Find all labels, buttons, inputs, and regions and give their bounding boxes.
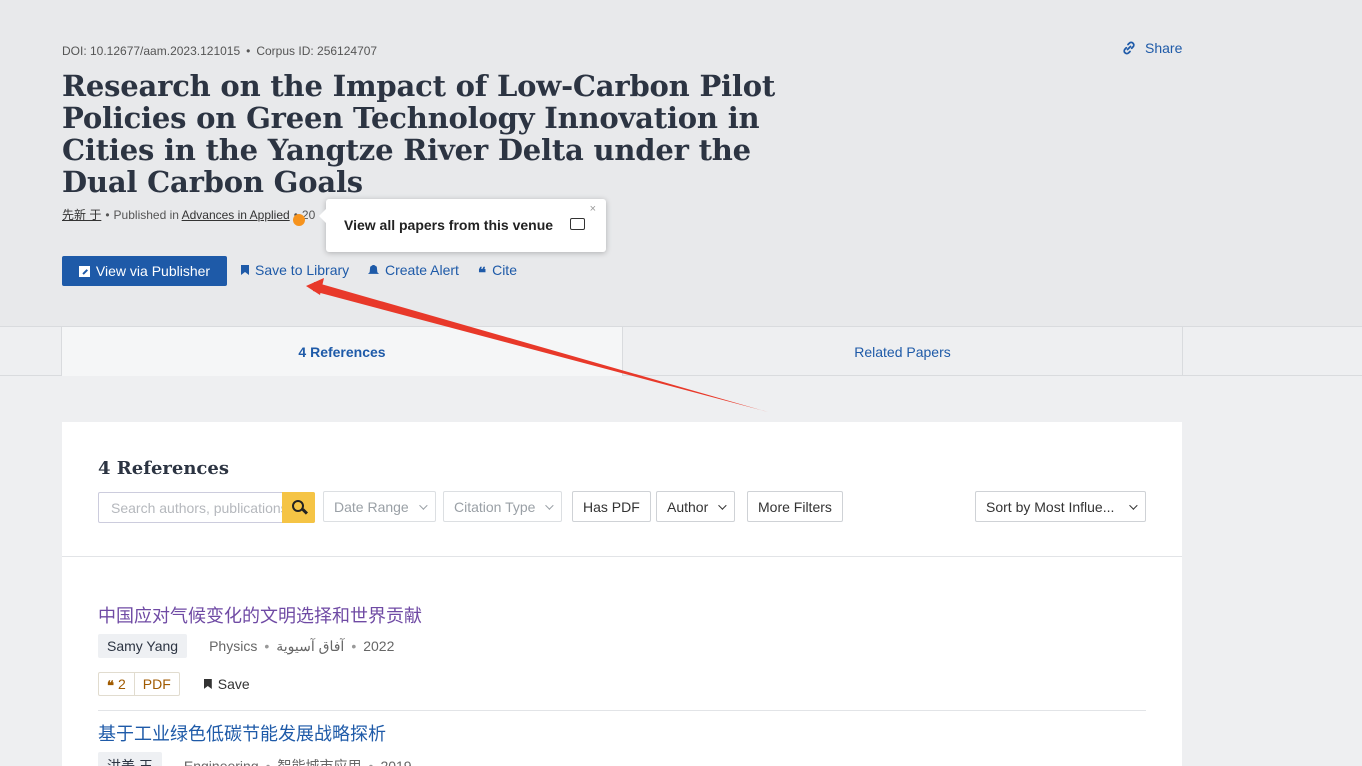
paper-title: Research on the Impact of Low-Carbon Pil… xyxy=(62,69,776,199)
tab-references[interactable]: 4 References xyxy=(61,327,622,376)
result-title-link[interactable]: 基于工业绿色低碳节能发展战略探析 xyxy=(98,720,1146,746)
create-alert-button[interactable]: Create Alert xyxy=(368,262,459,278)
save-button[interactable]: Save xyxy=(203,676,250,692)
list-item: 中国应对气候变化的文明选择和世界贡献 Samy Yang Physics • آ… xyxy=(98,602,1146,711)
tooltip-text: View all papers from this venue xyxy=(344,217,554,233)
publication-line: 先新 于•Published in Advances in Applied•20 xyxy=(62,208,316,222)
author-chip[interactable]: 洪美 王 xyxy=(98,752,162,766)
references-card: 4 References Date Range Citation Type Ha… xyxy=(62,422,1182,766)
result-actions: ❝ 2 PDF Save xyxy=(98,672,1146,696)
link-icon xyxy=(1123,41,1135,55)
chevron-down-icon xyxy=(1129,500,1138,510)
result-title-link[interactable]: 中国应对气候变化的文明选择和世界贡献 xyxy=(98,602,1146,628)
pdf-chip[interactable]: PDF xyxy=(133,673,179,695)
share-label: Share xyxy=(1145,40,1183,56)
bookmark-icon xyxy=(203,679,212,689)
list-item: 基于工业绿色低碳节能发展战略探析 洪美 王 Engineering • 智能城市… xyxy=(98,720,1146,766)
bookmark-icon xyxy=(241,265,249,275)
save-library-label: Save to Library xyxy=(255,262,350,278)
row-divider xyxy=(98,710,1146,711)
result-venue: آفاق آسيوية xyxy=(276,637,345,654)
create-alert-label: Create Alert xyxy=(385,262,459,278)
doi-text: DOI: 10.12677/aam.2023.121015 xyxy=(62,44,241,58)
corpus-id-text: Corpus ID: 256124707 xyxy=(256,44,378,58)
tooltip-close-icon[interactable]: × xyxy=(590,203,596,215)
paper-header: DOI: 10.12677/aam.2023.121015 • Corpus ID:… xyxy=(0,0,1362,326)
author-chip[interactable]: Samy Yang xyxy=(98,634,188,658)
tab-related-papers[interactable]: Related Papers xyxy=(622,327,1183,376)
citation-count-chip[interactable]: ❝ 2 xyxy=(99,673,134,695)
more-filters-button[interactable]: More Filters xyxy=(747,491,843,522)
result-meta: Samy Yang Physics • آفاق آسيوية • 2022 xyxy=(98,634,1146,658)
field-of-study: Physics xyxy=(209,638,258,654)
quote-icon: ❝ xyxy=(478,263,487,282)
highlight-dot xyxy=(293,214,305,226)
author-link[interactable]: 先新 于 xyxy=(62,208,101,222)
result-year: 2019 xyxy=(380,758,412,766)
cite-label: Cite xyxy=(492,262,517,278)
references-heading: 4 References xyxy=(98,458,229,479)
result-venue: 智能城市应用 xyxy=(277,758,362,766)
view-publisher-label: View via Publisher xyxy=(95,263,211,279)
quote-icon: ❝ xyxy=(107,678,114,694)
view-via-publisher-button[interactable]: View via Publisher xyxy=(62,256,227,286)
cite-button[interactable]: ❝ Cite xyxy=(478,262,517,282)
paper-tabs: 4 References Related Papers xyxy=(0,326,1362,376)
venue-link[interactable]: Advances in Applied xyxy=(182,208,290,222)
chevron-down-icon xyxy=(718,500,727,510)
has-pdf-filter[interactable]: Has PDF xyxy=(572,491,651,522)
save-to-library-button[interactable]: Save to Library xyxy=(241,262,349,278)
book-icon xyxy=(570,218,585,230)
date-range-filter[interactable]: Date Range xyxy=(323,491,436,522)
author-filter[interactable]: Author xyxy=(656,491,736,522)
bell-icon xyxy=(368,264,379,274)
search-icon[interactable] xyxy=(282,492,315,523)
chevron-down-icon xyxy=(545,500,555,510)
sort-select[interactable]: Sort by Most Influe... xyxy=(975,491,1146,522)
share-button[interactable]: Share xyxy=(1121,40,1182,56)
section-divider xyxy=(62,556,1182,557)
result-year: 2022 xyxy=(363,638,395,654)
venue-tooltip: View all papers from this venue × xyxy=(319,199,606,252)
field-of-study: Engineering xyxy=(183,758,259,766)
paper-meta: DOI: 10.12677/aam.2023.121015 • Corpus ID:… xyxy=(62,44,378,58)
published-prefix: Published in xyxy=(113,208,179,222)
citation-type-filter[interactable]: Citation Type xyxy=(443,491,563,522)
chevron-down-icon xyxy=(418,500,428,510)
result-meta: 洪美 王 Engineering • 智能城市应用 • 2019 xyxy=(98,752,1146,766)
external-link-icon xyxy=(78,265,90,277)
